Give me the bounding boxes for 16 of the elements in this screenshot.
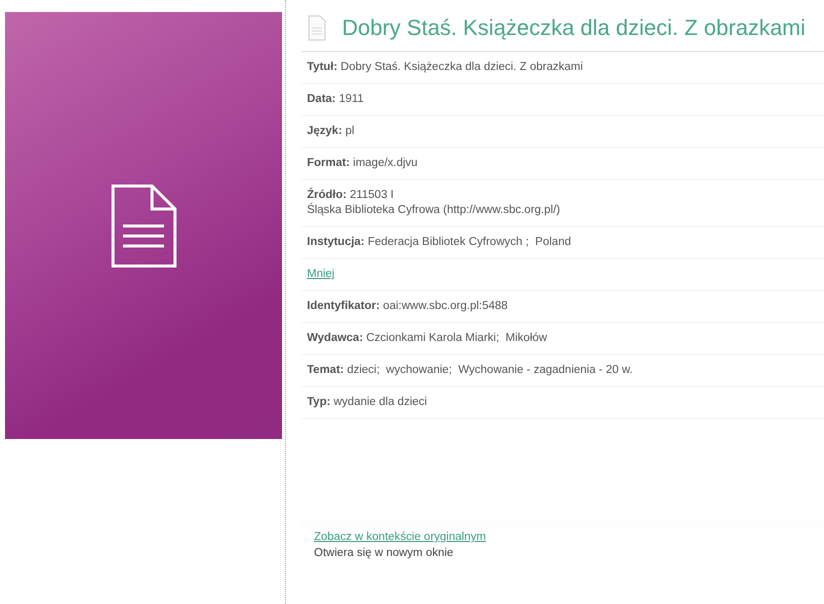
metadata-field: Źródło: 211503 I Śląska Biblioteka Cyfrowa (http://www.sbc.org.pl/) [307,188,824,218]
metadata-field: Data: 1911 [307,92,824,107]
metadata-field: Tytuł: Dobry Staś. Książeczka dla dzieci. Z obrazkami [307,60,824,75]
metadata-field: Wydawca: Czcionkami Karola Miarki; Mikołów [307,331,824,346]
document-icon [110,184,176,268]
metadata-field: Instytucja: Federacja Bibliotek Cyfrowych ; Poland [307,235,824,250]
metadata-field: Temat: dzieci; wychowanie; Wychowanie - zagadnienia - 20 w. [307,363,824,378]
context-link[interactable]: Zobacz w kontekście oryginalnym [314,531,486,543]
link-note: Otwiera się w nowym oknie [314,546,454,561]
metadata-field: Język: pl [307,124,824,139]
metadata-field: Typ: wydanie dla dzieci [307,395,824,410]
less-link[interactable]: Mniej [307,268,334,280]
metadata-field: Identyfikator: oai:www.sbc.org.pl:5488 [307,299,824,314]
page-title: Dobry Staś. Książeczka dla dzieci. Z obrazkami [342,15,806,41]
metadata-field: Format: image/x.djvu [307,156,824,171]
document-icon [308,15,326,41]
